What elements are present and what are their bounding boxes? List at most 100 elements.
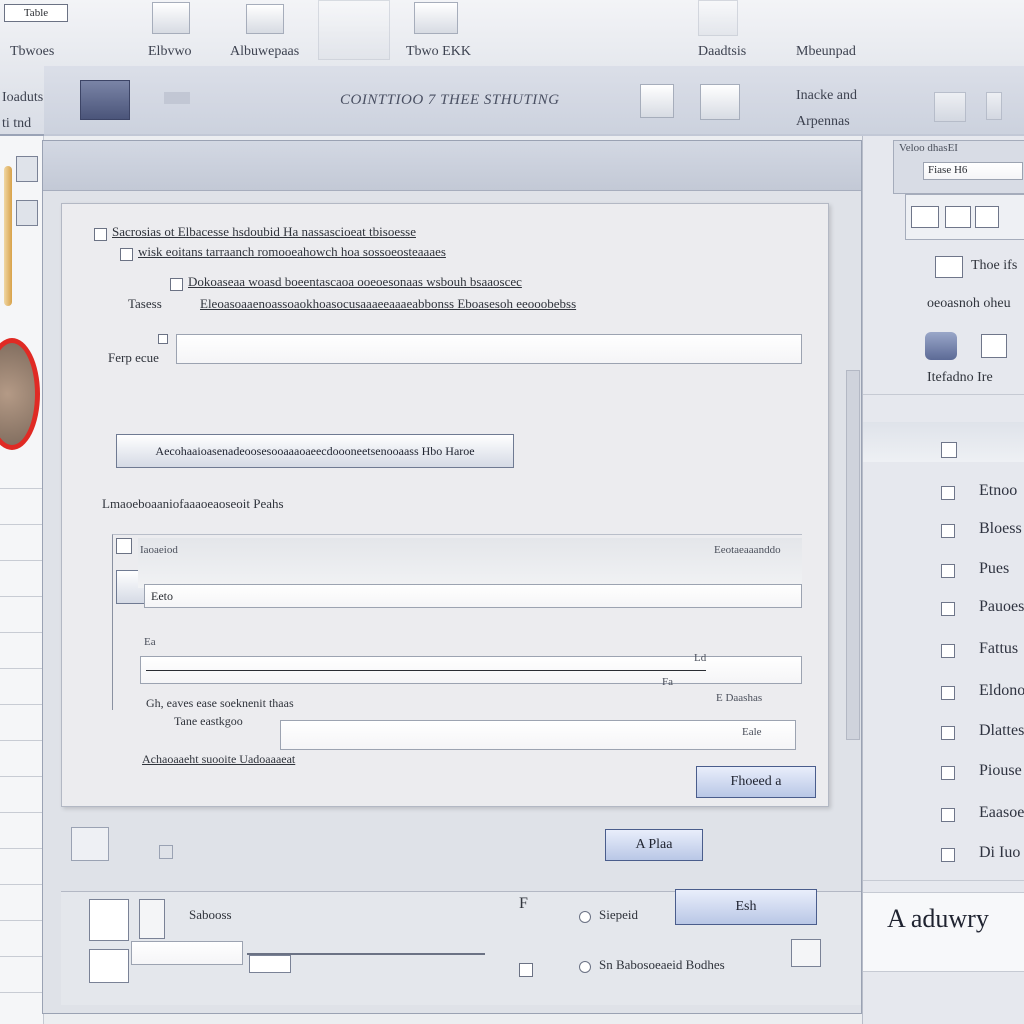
option3-checkbox[interactable] <box>170 278 183 291</box>
list-item-5[interactable]: Fattus <box>979 640 1018 658</box>
navigation-strip <box>0 136 44 1024</box>
list-item-2[interactable]: Bloess <box>979 520 1022 538</box>
group-header-right: Eeotaeaaanddo <box>714 544 781 556</box>
option4-prefix: Tasess <box>128 296 162 311</box>
footer-field[interactable] <box>131 941 243 965</box>
list-item-6[interactable]: Eldono <box>979 682 1024 700</box>
rp-list-header-icon <box>941 442 957 458</box>
group-header <box>138 538 802 588</box>
group-label-tools: ti tnd <box>2 116 32 131</box>
rp-row3[interactable]: Itefadno Ire <box>927 370 993 386</box>
list-item-icon <box>941 524 955 538</box>
list-item-10[interactable]: Di Iuo <box>979 844 1020 862</box>
tab-views[interactable]: Elbvwo <box>148 44 192 60</box>
list-item-1[interactable]: Etnoo <box>979 482 1017 500</box>
dialog-window: Sacrosias ot Elbacesse hsdoubid Ha nassa… <box>42 140 862 1014</box>
tab-manage[interactable]: Mbeunpad <box>796 44 856 60</box>
footer-letter: F <box>519 895 528 912</box>
list-item-icon <box>941 848 955 862</box>
sub-label: Ea <box>144 636 156 648</box>
dialog-scrollbar[interactable] <box>846 370 860 740</box>
list-item-4[interactable]: Pauoes <box>979 598 1024 616</box>
list-item-8[interactable]: Piouse <box>979 762 1022 780</box>
field-label: Ferp ecue <box>108 350 159 365</box>
list-item-icon <box>941 726 955 740</box>
dialog-titlebar[interactable] <box>43 141 861 191</box>
option4-label: Eleoasoaaenoassoaokhoasocusaaaeeaaaeabbo… <box>200 296 577 311</box>
document-icon[interactable] <box>640 84 674 118</box>
bar-icon[interactable] <box>986 92 1002 120</box>
settings-panel: Sacrosias ot Elbacesse hsdoubid Ha nassa… <box>61 203 829 807</box>
note-2: Tane eastkgoo <box>174 714 243 728</box>
proceed-button[interactable]: Fhoeed a <box>696 766 816 798</box>
group-header-left: Iaoaeiod <box>140 544 178 556</box>
small-toolbar-icon[interactable] <box>164 92 190 104</box>
add-button[interactable]: A Plaa <box>605 829 703 861</box>
footer-ok-button[interactable]: Esh <box>675 889 817 925</box>
footer-doc-icon <box>139 899 165 939</box>
query-icon[interactable] <box>414 2 458 34</box>
option-radio-1[interactable] <box>579 911 591 923</box>
note-field[interactable] <box>280 720 796 750</box>
rp-field[interactable]: Fiase H6 <box>923 162 1023 180</box>
nav-table-icon[interactable] <box>16 156 38 182</box>
footer-grid-icon <box>89 899 129 941</box>
footer-option-1: Siepeid <box>599 907 638 922</box>
list-item-7[interactable]: Dlattes <box>979 722 1024 740</box>
small-box-icon <box>159 845 173 859</box>
list-item-3[interactable]: Pues <box>979 560 1009 578</box>
list-item-9[interactable]: Eaasoe <box>979 804 1024 822</box>
list-item-icon <box>941 686 955 700</box>
rp-row2[interactable]: oeoasnoh oheu <box>927 296 1011 312</box>
macro-icon[interactable] <box>698 0 738 36</box>
option3-label: Dokoaseaa woasd boeentascaoa ooeoesonaas… <box>188 274 522 289</box>
footer-corner-icon <box>791 939 821 967</box>
table-icon[interactable] <box>152 2 190 34</box>
rp-row1[interactable]: Thoe ifs <box>971 258 1017 274</box>
name-field[interactable] <box>176 334 802 364</box>
query-builder-button[interactable]: Aecohaaioasenadeoosesooaaaoaeecdoooneets… <box>116 434 514 468</box>
tab-tools[interactable]: Tbwo EKK <box>406 44 471 60</box>
rp-table-icon <box>981 334 1007 358</box>
note-1: Gh, eaves ease soeknenit thaas <box>146 696 294 710</box>
file-tab[interactable]: Table <box>4 4 68 22</box>
option2-label: wisk eoitans tarraanch romooeahowch hoa … <box>138 244 446 259</box>
group-label-insert: Inacke and <box>796 88 858 103</box>
rp-people-icon <box>925 332 957 360</box>
footer-check-icon <box>89 949 129 983</box>
design-view-icon[interactable] <box>80 80 130 120</box>
option1-label: Sacrosias ot Elbacesse hsdoubid Ha nassa… <box>112 224 416 239</box>
rp-tool-2-icon[interactable] <box>945 206 971 228</box>
sheet-icon[interactable] <box>700 84 740 120</box>
ribbon: Table Tbwoes Elbvwo Albuwepaas Tbwo EKK … <box>0 0 1024 136</box>
tab-albums[interactable]: Albuwepaas <box>230 44 299 60</box>
footer-label: Sabooss <box>189 907 232 922</box>
list-item-icon <box>941 602 955 616</box>
option2-checkbox[interactable] <box>120 248 133 261</box>
field-marker-icon <box>158 334 168 344</box>
inline-value: Eale <box>742 726 762 738</box>
rp-tool-3-icon[interactable] <box>975 206 999 228</box>
tab-data[interactable]: Daadtsis <box>698 44 746 60</box>
range-slider-track[interactable] <box>146 670 706 671</box>
list-item-icon <box>941 808 955 822</box>
tab-tables[interactable]: Tbwoes <box>10 44 70 60</box>
list-item-icon <box>941 564 955 578</box>
option-radio-2[interactable] <box>579 961 591 973</box>
form-icon[interactable] <box>246 4 284 34</box>
footer-mini-box <box>249 955 291 973</box>
footer-small-box[interactable] <box>519 963 533 977</box>
nav-form-icon[interactable] <box>16 200 38 226</box>
group-field[interactable]: Eeto <box>144 584 802 608</box>
grid-icon[interactable] <box>934 92 966 122</box>
option1-checkbox[interactable] <box>94 228 107 241</box>
right-pane: Veloo dhasEI Fiase H6 Thoe ifs oeoasnoh … <box>862 136 1024 1024</box>
group-checkbox[interactable] <box>116 538 132 554</box>
rp-tool-1-icon[interactable] <box>911 206 939 228</box>
footer-option-2: Sn Babosoeaeid Bodhes <box>599 957 725 972</box>
report-icon[interactable] <box>318 0 390 60</box>
note-3: Achaoaaeht suooite Uadoaaaeat <box>142 752 296 766</box>
ribbon-headline: COINTTIOO 7 THEE STHUTING <box>340 92 560 108</box>
rp-row1-icon <box>935 256 963 278</box>
group-label-append: Arpennas <box>796 114 850 129</box>
